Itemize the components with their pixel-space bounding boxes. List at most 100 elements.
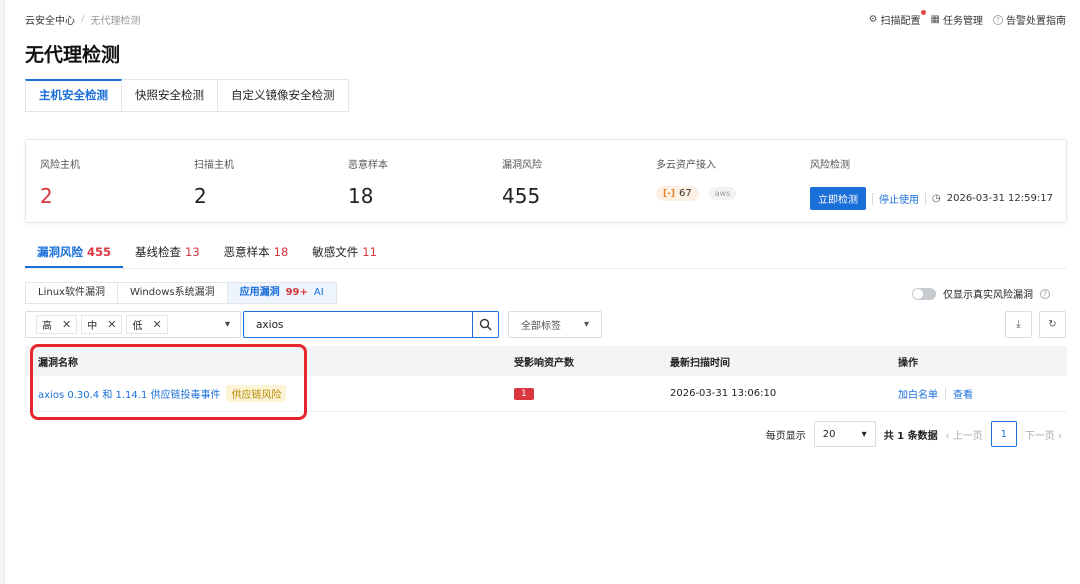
severity-tag-high: 高 ✕: [36, 315, 78, 334]
chevron-right-icon: ›: [1058, 430, 1062, 442]
tab-app-vuln[interactable]: 应用漏洞 99+ AI: [227, 282, 337, 304]
task-manage-label: 任务管理: [943, 16, 983, 27]
chevron-down-icon: ▾: [224, 319, 230, 330]
search-input[interactable]: [244, 312, 472, 337]
divider: [925, 192, 926, 205]
pagination: 每页显示 20 ▾ 共 1 条数据 ‹ 上一页 1 下一页 ›: [766, 421, 1062, 447]
summary-card: 风险主机 2 扫描主机 2 恶意样本 18 漏洞风险 455 多云资产接入 [-…: [25, 139, 1067, 223]
aws-icon[interactable]: aws: [708, 187, 737, 200]
tab-windows-vuln[interactable]: Windows系统漏洞: [117, 282, 228, 304]
real-risk-toggle[interactable]: [912, 287, 936, 300]
cell-assets: 1: [511, 387, 667, 400]
download-button[interactable]: ⤓: [1005, 311, 1032, 338]
scan-config-label: 扫描配置: [880, 16, 921, 27]
tab-baseline[interactable]: 基线检查 13: [123, 242, 212, 268]
cell-actions: 加白名单 查看: [895, 386, 1067, 401]
close-icon[interactable]: ✕: [107, 318, 116, 331]
close-icon[interactable]: ✕: [62, 318, 71, 331]
tab-vuln-risk-label: 漏洞风险: [37, 245, 83, 259]
tab-host-security[interactable]: 主机安全检测: [25, 79, 122, 112]
prev-page-label: 上一页: [952, 430, 983, 442]
grid-icon: ▦: [930, 14, 940, 25]
tab-baseline-label: 基线检查: [135, 245, 182, 259]
main-tabs: 主机安全检测 快照安全检测 自定义镜像安全检测: [25, 79, 349, 112]
tab-malware-count: 18: [273, 245, 289, 259]
real-risk-toggle-label: 仅显示真实风险漏洞: [943, 290, 1033, 301]
next-page-button[interactable]: 下一页 ›: [1025, 427, 1062, 442]
ai-badge: AI: [313, 287, 324, 298]
tab-malware[interactable]: 恶意样本 18: [212, 242, 301, 268]
aliyun-icon: [-]: [663, 188, 675, 199]
breadcrumb-separator: /: [81, 14, 85, 25]
tab-vuln-risk[interactable]: 漏洞风险 455: [25, 242, 124, 268]
page: 云安全中心 / 无代理检测 ⚙ 扫描配置 ▦ 任务管理 ? 告警处置指南 无代理…: [4, 0, 1080, 584]
help-icon[interactable]: ?: [1040, 288, 1050, 299]
severity-tag-low: 低 ✕: [126, 315, 168, 334]
search-button[interactable]: [472, 312, 498, 337]
cell-scan-time: 2026-03-31 13:06:10: [670, 388, 777, 399]
stat-vuln-label: 漏洞风险: [502, 160, 542, 171]
tab-sensitive-files[interactable]: 敏感文件 11: [300, 242, 389, 268]
download-icon: ⤓: [1016, 319, 1021, 330]
breadcrumb: 云安全中心 / 无代理检测: [25, 12, 140, 27]
chevron-down-icon: ▾: [583, 319, 589, 330]
tab-linux-vuln[interactable]: Linux软件漏洞: [25, 282, 118, 304]
stat-scan-hosts-value[interactable]: 2: [194, 184, 234, 208]
stat-scan-hosts-label: 扫描主机: [194, 160, 234, 171]
real-risk-toggle-wrap: 仅显示真实风险漏洞 ?: [912, 286, 1050, 301]
tab-sensitive-files-label: 敏感文件: [312, 245, 359, 259]
view-link[interactable]: 查看: [953, 386, 973, 401]
search-box: [243, 311, 499, 338]
col-header-scan-time: 最新扫描时间: [670, 357, 730, 369]
stat-vuln-value[interactable]: 455: [502, 184, 542, 208]
page-number[interactable]: 1: [990, 421, 1017, 447]
severity-select[interactable]: 高 ✕ 中 ✕ 低 ✕ ▾: [25, 311, 241, 338]
stat-malware: 恶意样本 18: [348, 156, 388, 208]
task-manage-link[interactable]: ▦ 任务管理: [931, 12, 983, 27]
cloud-asset-count: 67: [678, 188, 692, 199]
gear-icon: ⚙: [868, 14, 878, 25]
clock-icon: ◷: [932, 193, 941, 204]
col-header-actions: 操作: [898, 357, 918, 369]
page-size-select[interactable]: 20 ▾: [813, 421, 876, 447]
tab-custom-image-security[interactable]: 自定义镜像安全检测: [218, 79, 349, 112]
sub-tabs-divider: [25, 268, 1067, 269]
divider: [945, 387, 946, 400]
alert-guide-link[interactable]: ? 告警处置指南: [993, 12, 1066, 27]
tab-snapshot-security[interactable]: 快照安全检测: [122, 79, 218, 112]
stat-multicloud: 多云资产接入 [-] 67 aws: [656, 156, 737, 201]
tab-app-vuln-count: 99+: [285, 287, 308, 298]
detect-time: 2026-03-31 12:59:17: [946, 193, 1053, 204]
stat-risk-hosts: 风险主机 2: [40, 156, 80, 208]
sub-tabs: 漏洞风险 455 基线检查 13 恶意样本 18 敏感文件 11: [25, 242, 389, 268]
stat-detect: 风险检测 立即检测 停止使用 ◷ 2026-03-31 12:59:17: [810, 156, 1053, 210]
stop-use-link[interactable]: 停止使用: [879, 191, 919, 206]
breadcrumb-parent[interactable]: 云安全中心: [25, 12, 75, 27]
stat-risk-hosts-value[interactable]: 2: [40, 184, 80, 208]
next-page-label: 下一页: [1024, 430, 1055, 442]
close-icon[interactable]: ✕: [152, 318, 161, 331]
severity-tag-label: 低: [132, 321, 143, 332]
stat-multicloud-label: 多云资产接入: [656, 160, 716, 171]
tab-sensitive-files-count: 11: [362, 245, 377, 259]
alert-guide-label: 告警处置指南: [1006, 16, 1066, 27]
stat-vuln: 漏洞风险 455: [502, 156, 542, 208]
whitelist-link[interactable]: 加白名单: [898, 386, 938, 401]
tab-app-vuln-label: 应用漏洞: [239, 287, 280, 298]
stat-scan-hosts: 扫描主机 2: [194, 156, 234, 208]
stat-malware-value[interactable]: 18: [348, 184, 388, 208]
notification-dot: [920, 10, 926, 15]
tag-select[interactable]: 全部标签 ▾: [508, 311, 602, 338]
category-tabs: Linux软件漏洞 Windows系统漏洞 应用漏洞 99+ AI: [25, 282, 337, 304]
tab-malware-label: 恶意样本: [223, 245, 270, 259]
cloud-asset-pill[interactable]: [-] 67: [656, 186, 699, 201]
detect-now-button[interactable]: 立即检测: [810, 187, 866, 210]
scan-config-link[interactable]: ⚙ 扫描配置: [868, 10, 926, 27]
tag-select-value: 全部标签: [521, 321, 561, 332]
col-header-assets: 受影响资产数: [514, 357, 574, 369]
refresh-icon: ↻: [1048, 319, 1057, 330]
prev-page-button[interactable]: ‹ 上一页: [946, 427, 983, 442]
affected-assets-badge[interactable]: 1: [514, 387, 534, 400]
refresh-button[interactable]: ↻: [1039, 311, 1066, 338]
divider: [872, 192, 873, 205]
